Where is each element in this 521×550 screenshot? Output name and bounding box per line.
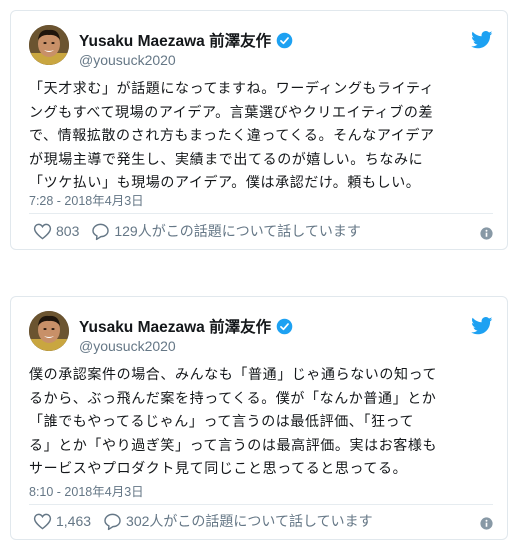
avatar[interactable] (29, 25, 69, 65)
tweet-timestamp[interactable]: 8:10 - 2018年4月3日 (29, 481, 144, 500)
author-handle[interactable]: @yousuck2020 (79, 338, 176, 354)
tweet-text-line: で、情報拡散のされ方もまったく違ってくる。そんなアイデア (29, 128, 435, 144)
info-icon[interactable] (480, 227, 493, 240)
tweet-card: Yusaku Maezawa 前澤友作 @yousuck2020 「天才求む」が… (10, 10, 508, 250)
tweet-text-line: 「誰でもやってるじゃん」って言うのは最低評価、「狂って (29, 414, 415, 430)
avatar-photo (29, 25, 69, 65)
like-count: 1,463 (56, 513, 92, 529)
info-icon[interactable] (480, 517, 493, 530)
author-name[interactable]: Yusaku Maezawa 前澤友作 (79, 29, 271, 51)
tweet-timestamp[interactable]: 7:28 - 2018年4月3日 (29, 190, 144, 209)
author-row: Yusaku Maezawa 前澤友作 (79, 316, 293, 336)
tweet-text-line: 僕の承認案件の場合、みんなも「普通」じゃ通らないの知って (29, 367, 438, 383)
tweet-text: 「天才求む」が話題になってますね。ワーディングもライティ ングもすべて現場のアイ… (29, 78, 499, 196)
conversation-text: 129人がこの話題について話しています (114, 223, 361, 239)
tweet-text-line: ングもすべて現場のアイデア。言葉選びやクリエイティブの差 (29, 104, 434, 121)
tweet-text-line: が現場主導で発生し、実績まで出てるのが嬉しい。ちなみに (29, 151, 424, 168)
verified-badge-icon (276, 318, 293, 334)
divider (29, 504, 493, 505)
avatar[interactable] (29, 311, 69, 351)
reply-conversation-link[interactable]: 302人がこの話題について話しています (103, 511, 373, 531)
like-button[interactable]: 803 (33, 222, 79, 241)
twitter-bird-icon[interactable] (471, 317, 493, 335)
verified-badge-icon (276, 32, 293, 48)
tweet-text-line: るから、ぶっ飛んだ案を持ってくる。僕が「なんか普通」とか (29, 390, 437, 407)
tweet-actions: 803 129人がこの話題について話しています (33, 221, 373, 241)
tweet-text-line: サービスやプロダクト見て同じこと思ってると思ってる。 (29, 461, 408, 477)
tweet-text-line: る」とか「やり過ぎ笑」って言うのは最高評価。実はお客様も (29, 437, 438, 454)
twitter-bird-icon[interactable] (471, 31, 493, 49)
reply-conversation-link[interactable]: 129人がこの話題について話しています (91, 221, 361, 241)
author-name[interactable]: Yusaku Maezawa 前澤友作 (79, 315, 271, 337)
reply-bubble-icon (104, 513, 121, 530)
like-button[interactable]: 1,463 (33, 512, 91, 531)
tweet-text-line: 「天才求む」が話題になってますね。ワーディングもライティ (29, 81, 435, 97)
author-row: Yusaku Maezawa 前澤友作 (79, 30, 293, 50)
tweet-actions: 1,463 302人がこの話題について話しています (33, 511, 385, 531)
avatar-photo (29, 311, 69, 351)
author-handle[interactable]: @yousuck2020 (79, 52, 176, 68)
heart-icon (33, 513, 52, 530)
reply-bubble-icon (92, 223, 110, 240)
heart-icon (33, 223, 52, 240)
tweet-text: 僕の承認案件の場合、みんなも「普通」じゃ通らないの知って るから、ぶっ飛んだ案を… (29, 364, 499, 482)
tweet-card: Yusaku Maezawa 前澤友作 @yousuck2020 僕の承認案件の… (10, 296, 508, 540)
divider (29, 213, 493, 214)
like-count: 803 (56, 223, 80, 239)
conversation-text: 302人がこの話題について話しています (126, 513, 373, 529)
